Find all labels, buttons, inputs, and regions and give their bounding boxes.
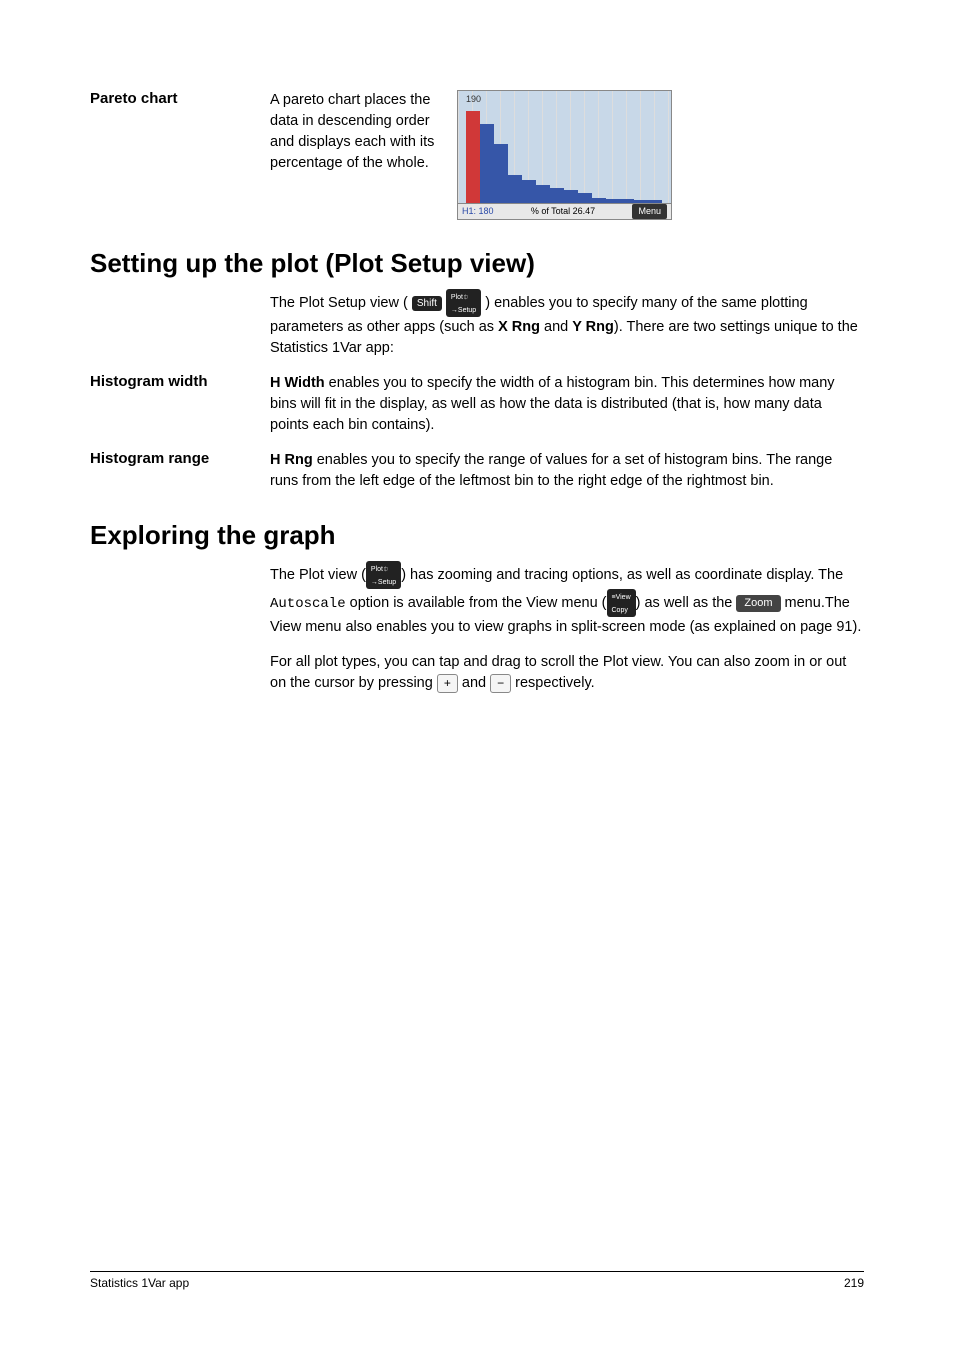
explore2-mid: and <box>458 675 490 691</box>
autoscale-code: Autoscale <box>270 596 346 612</box>
chart-menu-button[interactable]: Menu <box>632 204 667 219</box>
chart-status-bar: H1: 180 % of Total 26.47 Menu <box>458 203 671 219</box>
pareto-chart-screenshot: 190 H1: 180 % of Total 26.47 Menu <box>457 90 672 220</box>
shift-key-icon: Shift <box>412 296 442 311</box>
minus-key-icon: − <box>490 674 511 693</box>
setup-mid: and <box>540 319 572 335</box>
chart-y-max: 190 <box>466 93 481 106</box>
pareto-bar-6 <box>536 185 550 203</box>
pareto-bar-4 <box>508 175 522 203</box>
setup-pre: The Plot Setup view ( <box>270 295 408 311</box>
hrange-term: H Rng <box>270 452 313 468</box>
xrng-label: X Rng <box>498 319 540 335</box>
page-footer: Statistics 1Var app 219 <box>90 1271 864 1290</box>
plot-setup-key-icon: Plot⯐→Setup <box>446 289 481 317</box>
explore-mid2: option is available from the View menu ( <box>346 595 607 611</box>
page-number: 219 <box>844 1276 864 1290</box>
setup-intro-row: The Plot Setup view ( Shift Plot⯐→Setup … <box>90 289 864 359</box>
explore-p1-row: The Plot view (Plot⯐→Setup) has zooming … <box>90 561 864 638</box>
pareto-section: Pareto chart A pareto chart places the d… <box>90 90 864 220</box>
pareto-description: A pareto chart places the data in descen… <box>270 90 445 220</box>
plus-key-icon: + <box>437 674 458 693</box>
status-left: H1: 180 <box>462 205 494 218</box>
explore-p2: For all plot types, you can tap and drag… <box>270 652 864 694</box>
pareto-bar-7 <box>550 188 564 203</box>
heading-exploring: Exploring the graph <box>90 520 864 551</box>
footer-left: Statistics 1Var app <box>90 1276 189 1290</box>
hrange-body: H Rng enables you to specify the range o… <box>270 450 864 492</box>
setup-intro-text: The Plot Setup view ( Shift Plot⯐→Setup … <box>270 289 864 359</box>
page-content: Pareto chart A pareto chart places the d… <box>90 90 864 694</box>
heading-plot-setup: Setting up the plot (Plot Setup view) <box>90 248 864 279</box>
pareto-bar-1 <box>466 111 480 203</box>
hwidth-body: H Width enables you to specify the width… <box>270 373 864 436</box>
pareto-bar-9 <box>578 193 592 203</box>
hwidth-heading: Histogram width <box>90 373 270 390</box>
explore-p1: The Plot view (Plot⯐→Setup) has zooming … <box>270 561 864 638</box>
hrange-heading: Histogram range <box>90 450 270 467</box>
yrng-label: Y Rng <box>572 319 614 335</box>
hrange-row: Histogram range H Rng enables you to spe… <box>90 450 864 492</box>
hwidth-row: Histogram width H Width enables you to s… <box>90 373 864 436</box>
pareto-bar-2 <box>480 124 494 203</box>
hwidth-text: enables you to specify the width of a hi… <box>270 375 835 433</box>
explore2-end: respectively. <box>511 675 595 691</box>
zoom-button-icon: Zoom <box>736 595 780 612</box>
view-key-icon: ≡ViewCopy <box>607 589 636 617</box>
plot-key-icon: Plot⯐→Setup <box>366 561 401 589</box>
status-mid: % of Total 26.47 <box>531 205 595 218</box>
explore-mid3: ) as well as the <box>636 595 737 611</box>
explore-pre: The Plot view ( <box>270 567 366 583</box>
explore-mid1: ) has zooming and tracing options, as we… <box>401 567 843 583</box>
pareto-bar-3 <box>494 144 508 203</box>
explore-p2-row: For all plot types, you can tap and drag… <box>90 652 864 694</box>
pareto-bar-8 <box>564 190 578 203</box>
hwidth-term: H Width <box>270 375 325 391</box>
pareto-bar-5 <box>522 180 536 203</box>
pareto-heading: Pareto chart <box>90 90 270 107</box>
pareto-bars <box>466 106 667 203</box>
hrange-text: enables you to specify the range of valu… <box>270 452 832 489</box>
